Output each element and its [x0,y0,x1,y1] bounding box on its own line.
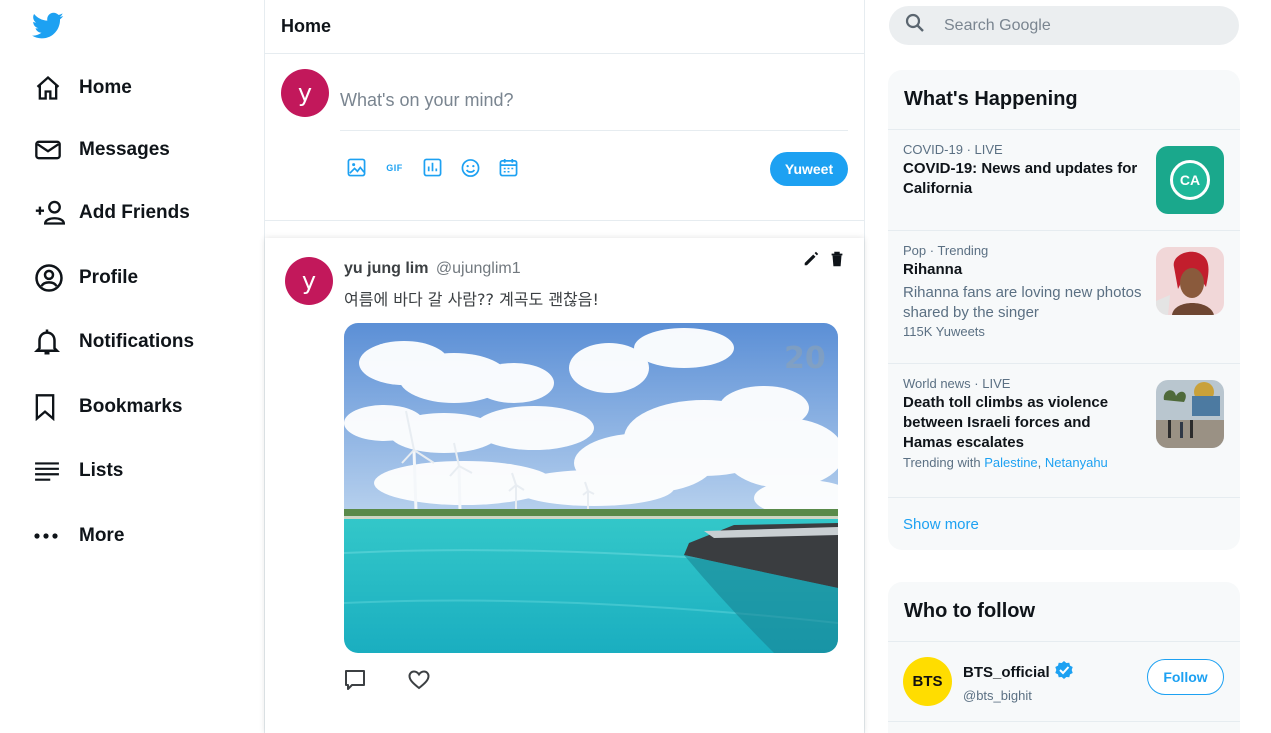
trend-link-netanyahu[interactable]: Netanyahu [1045,455,1108,470]
composer-toolbar: GIF [347,158,518,177]
panel-title: Who to follow [888,582,1240,642]
follow-account-info: BTS_official @bts_bighit [963,660,1074,703]
sidebar-item-messages[interactable]: Messages [30,128,170,172]
whats-happening-panel: What's Happening COVID-19 · LIVE COVID-1… [888,70,1240,550]
post-card: y yu jung lim @ujunglim1 여름에 바다 갈 사람?? 계… [265,238,864,733]
follow-account-handle: @bts_bighit [963,688,1032,703]
trend-thumbnail: CA [1156,146,1224,214]
follow-suggestion[interactable]: BTS BTS_official @bts_bighit Follow [888,642,1240,722]
avatar[interactable]: y [281,69,329,117]
gif-label: GIF [386,162,403,173]
twitter-bird-logo-icon[interactable] [31,12,64,40]
heart-icon[interactable] [408,669,430,691]
trend-description: Rihanna fans are loving new photos share… [903,284,1142,321]
composer: y GIF Yuweet [265,54,864,221]
ca-badge-label: CA [1179,172,1201,188]
bell-icon [30,327,70,357]
emoji-icon[interactable] [461,158,480,177]
add-friend-icon [30,198,70,228]
sidebar-item-profile[interactable]: Profile [30,256,138,300]
trending-with-prefix: Trending with [903,455,981,470]
post-owner-actions [802,250,846,268]
main-feed: Home y GIF Yuweet y yu jung lim [264,0,865,733]
profile-icon [30,263,70,293]
post-author-name[interactable]: yu jung lim [344,260,428,277]
trend-link-palestine[interactable]: Palestine [984,455,1037,470]
yuweet-button[interactable]: Yuweet [770,152,848,186]
who-to-follow-panel: Who to follow BTS BTS_official @bts_bigh… [888,582,1240,733]
trend-title: Death toll climbs as violence between Is… [903,394,1109,451]
trash-icon[interactable] [828,250,846,268]
list-icon [30,456,70,486]
gif-icon[interactable]: GIF [385,158,404,177]
post-author-handle: @ujunglim1 [435,260,521,277]
trend-thumbnail [1156,380,1224,448]
trend-title: COVID-19: News and updates for Californi… [903,160,1138,197]
comment-icon[interactable] [344,669,366,691]
ca-badge-icon: CA [1170,160,1210,200]
post-text: 여름에 바다 갈 사람?? 계곡도 괜찮음! [344,290,599,309]
follow-account-name[interactable]: BTS_official [963,664,1050,681]
sidebar-item-label: Home [79,77,132,98]
trend-title: Rihanna [903,261,963,278]
sidebar-item-add-friends[interactable]: Add Friends [30,191,190,235]
trend-thumbnail [1156,247,1224,315]
panel-title: What's Happening [888,70,1240,130]
poll-icon[interactable] [423,158,442,177]
trend-item[interactable]: World news · LIVE Death toll climbs as v… [888,364,1240,498]
search-input[interactable] [944,16,1214,35]
sidebar-item-label: Notifications [79,331,195,352]
edit-pencil-icon[interactable] [802,250,820,268]
avatar[interactable]: y [285,257,333,305]
page-title: Home [281,16,332,36]
sidebar-item-label: Lists [79,460,124,481]
image-icon[interactable] [347,158,366,177]
sidebar-item-label: Messages [79,139,170,160]
sidebar-item-home[interactable]: Home [30,66,132,110]
sidebar-item-label: Profile [79,267,139,288]
trending-with: Trending with Palestine, Netanyahu [903,455,1224,470]
post-actions [344,669,430,691]
trend-count: 115K Yuweets [903,324,985,339]
sidebar-item-notifications[interactable]: Notifications [30,320,194,364]
sidebar-item-label: Bookmarks [79,396,183,417]
separator: , [1037,455,1045,470]
follow-button[interactable]: Follow [1147,659,1224,695]
bookmark-icon [30,392,70,422]
search-icon [905,13,925,38]
svg-text:20: 20 [784,341,826,376]
follow-account-name-row: BTS_official [963,660,1074,684]
sidebar-item-more[interactable]: More [30,514,124,558]
verified-badge-icon [1054,660,1074,684]
more-icon [30,521,70,551]
trend-item[interactable]: Pop · Trending Rihanna Rihanna fans are … [888,231,1240,364]
feed-header: Home [265,0,864,54]
trend-item[interactable]: COVID-19 · LIVE COVID-19: News and updat… [888,130,1240,231]
search-bar[interactable] [889,6,1239,45]
sidebar-item-bookmarks[interactable]: Bookmarks [30,385,183,429]
schedule-icon[interactable] [499,158,518,177]
sidebar-item-lists[interactable]: Lists [30,449,123,493]
show-more-link[interactable]: Show more [888,498,1240,550]
sidebar-item-label: Add Friends [79,202,190,223]
sidebar-item-label: More [79,525,125,546]
sidebar: Home Messages Add Friends Profile Notifi… [0,0,264,733]
home-icon [30,73,70,103]
avatar[interactable]: BTS [903,657,952,706]
compose-input[interactable] [340,67,848,131]
mail-icon [30,135,70,165]
post-author: yu jung lim @ujunglim1 [344,260,521,278]
post-image[interactable]: 20 [344,323,838,653]
